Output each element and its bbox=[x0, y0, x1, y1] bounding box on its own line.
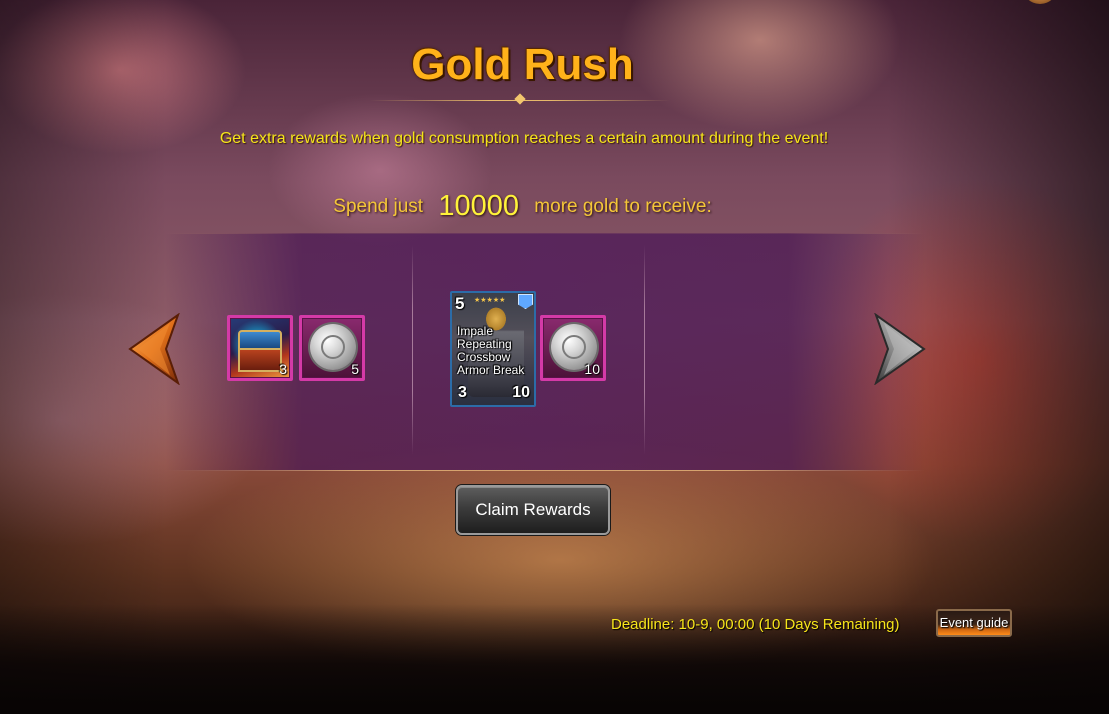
event-title: Gold Rush bbox=[411, 40, 634, 89]
reward-quantity: 3 bbox=[279, 361, 287, 377]
spend-amount: 10000 bbox=[438, 190, 520, 222]
treasure-chest-icon bbox=[238, 330, 282, 350]
faction-icon bbox=[518, 294, 533, 309]
spend-prefix: Spend just bbox=[333, 196, 424, 217]
spend-suffix: more gold to receive: bbox=[534, 196, 712, 217]
event-guide-button[interactable]: Event guide bbox=[936, 609, 1012, 637]
card-level: 5 bbox=[455, 294, 465, 313]
title-divider bbox=[370, 93, 670, 105]
claim-rewards-button[interactable]: Claim Rewards bbox=[456, 485, 610, 535]
tier-divider bbox=[644, 245, 645, 455]
event-description: Get extra rewards when gold consumption … bbox=[219, 130, 829, 147]
spend-requirement: Spend just 10000 more gold to receive: bbox=[0, 190, 1045, 223]
panel-bottom-border bbox=[165, 470, 925, 471]
reward-quantity: 5 bbox=[351, 361, 359, 377]
silver-coin-reward[interactable]: 5 bbox=[299, 315, 365, 381]
reward-quantity: 10 bbox=[584, 361, 600, 377]
tier-divider bbox=[412, 245, 413, 455]
card-attack: 3 bbox=[458, 384, 467, 401]
event-deadline: Deadline: 10-9, 00:00 (10 Days Remaining… bbox=[611, 616, 900, 633]
silver-coin-reward[interactable]: 10 bbox=[540, 315, 606, 381]
next-arrow-icon[interactable] bbox=[872, 313, 928, 385]
treasure-chest-reward[interactable]: 3 bbox=[227, 315, 293, 381]
silver-coin-icon bbox=[310, 324, 356, 370]
hero-card-reward[interactable]: 5 ★★★★★ Impale Repeating Crossbow Armor … bbox=[450, 291, 536, 407]
card-skills: Impale Repeating Crossbow Armor Break bbox=[457, 325, 534, 377]
previous-arrow-icon[interactable] bbox=[126, 313, 182, 385]
card-stars: ★★★★★ bbox=[474, 297, 506, 304]
card-health: 10 bbox=[512, 384, 530, 401]
skill-name: Armor Break bbox=[457, 363, 525, 377]
